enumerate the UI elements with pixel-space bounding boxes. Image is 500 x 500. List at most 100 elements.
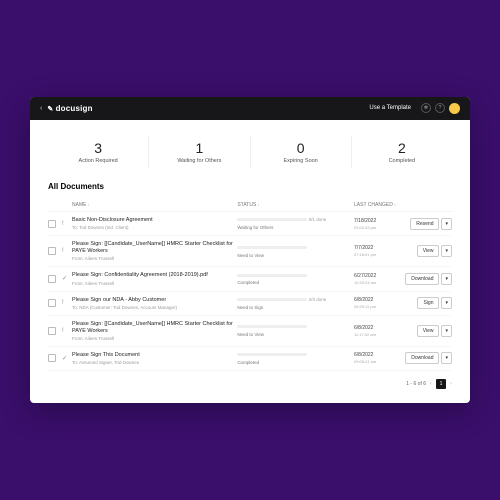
stat[interactable]: 1 Waiting for Others bbox=[149, 136, 250, 168]
date: 6/27/2022 bbox=[354, 273, 400, 279]
doc-sub: From: Aileen Trussell bbox=[72, 281, 237, 286]
row-action-button[interactable]: View bbox=[417, 245, 440, 257]
status-icon: ! bbox=[62, 328, 64, 334]
doc-name[interactable]: Please Sign: Confidentiality Agreement (… bbox=[72, 272, 237, 279]
progress-done: 0/1 done bbox=[309, 217, 327, 222]
progress-bar bbox=[237, 353, 307, 356]
row-action-menu[interactable]: ▾ bbox=[441, 297, 452, 309]
doc-sub: To: NDA (Customer: Tod Downes, Account M… bbox=[72, 305, 237, 310]
table-row: ! Basic Non-Disclosure AgreementTo: Tod D… bbox=[48, 212, 452, 236]
pager-prev[interactable]: ‹ bbox=[430, 381, 432, 387]
status-icon: ! bbox=[62, 300, 64, 306]
stat[interactable]: 3 Action Required bbox=[48, 136, 149, 168]
table-row: ! Please Sign: [[Candidate_UserName]] HMR… bbox=[48, 316, 452, 347]
row-action-button[interactable]: View bbox=[417, 325, 440, 337]
section-title: All Documents bbox=[48, 182, 452, 191]
back-icon[interactable]: ‹ bbox=[40, 105, 42, 112]
stat-number: 0 bbox=[253, 140, 349, 156]
stat-number: 2 bbox=[354, 140, 450, 156]
row-action-menu[interactable]: ▾ bbox=[441, 245, 452, 257]
row-action-menu[interactable]: ▾ bbox=[441, 325, 452, 337]
row-action-button[interactable]: Download bbox=[405, 273, 439, 285]
doc-name[interactable]: Please Sign our NDA - Abby Customer bbox=[72, 297, 237, 304]
doc-sub: From: Aileen Trussell bbox=[72, 256, 237, 261]
row-checkbox[interactable] bbox=[48, 327, 56, 335]
status-label: Completed bbox=[237, 280, 354, 285]
row-action-button[interactable]: Sign bbox=[417, 297, 439, 309]
date: 6/8/2022 bbox=[354, 352, 400, 358]
doc-sub: To: Assumed Signer, Tod Downes bbox=[72, 360, 237, 365]
table-body: ! Basic Non-Disclosure AgreementTo: Tod D… bbox=[48, 212, 452, 371]
time: 09:08:41 am bbox=[354, 359, 400, 364]
row-action-button[interactable]: Download bbox=[405, 352, 439, 364]
row-checkbox[interactable] bbox=[48, 354, 56, 362]
col-last-changed[interactable]: LAST CHANGED bbox=[354, 202, 400, 208]
pager: 1 - 6 of 6 ‹ 1 › bbox=[48, 379, 452, 389]
pager-next[interactable]: › bbox=[450, 381, 452, 387]
topbar: ‹ docusign Use a Template ✻ ? bbox=[30, 97, 470, 120]
summary-stats: 3 Action Required 1 Waiting for Others 0 Expi… bbox=[48, 136, 452, 168]
status-label: Need to View bbox=[237, 253, 354, 258]
progress-bar bbox=[237, 218, 307, 221]
stat-label: Waiting for Others bbox=[151, 158, 247, 164]
doc-name[interactable]: Please Sign This Document bbox=[72, 352, 237, 359]
row-action-menu[interactable]: ▾ bbox=[441, 273, 452, 285]
app-window: ‹ docusign Use a Template ✻ ? 3 Action Re… bbox=[30, 97, 470, 403]
status-label: Need to Sign bbox=[237, 305, 354, 310]
pager-page-current[interactable]: 1 bbox=[436, 379, 446, 389]
date: 6/8/2022 bbox=[354, 325, 400, 331]
settings-icon[interactable]: ✻ bbox=[421, 103, 431, 113]
time: 07:18:01 pm bbox=[354, 252, 400, 257]
table-row: ✓ Please Sign: Confidentiality Agreement … bbox=[48, 267, 452, 291]
status-icon: ! bbox=[62, 221, 64, 227]
row-action-menu[interactable]: ▾ bbox=[441, 218, 452, 230]
date: 7/18/2022 bbox=[354, 218, 400, 224]
brand-logo: docusign bbox=[47, 104, 92, 113]
stat[interactable]: 2 Completed bbox=[352, 136, 452, 168]
row-checkbox[interactable] bbox=[48, 220, 56, 228]
doc-name[interactable]: Please Sign: [[Candidate_UserName]] HMRC… bbox=[72, 321, 237, 335]
col-name[interactable]: NAME bbox=[72, 202, 237, 208]
time: 03:02:43 pm bbox=[354, 225, 400, 230]
table-row: ! Please Sign: [[Candidate_UserName]] HMR… bbox=[48, 236, 452, 267]
progress-bar bbox=[237, 246, 307, 249]
stat-label: Completed bbox=[354, 158, 450, 164]
status-label: Completed bbox=[237, 360, 354, 365]
status-label: Waiting for Others bbox=[237, 225, 354, 230]
progress-bar bbox=[237, 274, 307, 277]
status-label: Need to View bbox=[237, 332, 354, 337]
stat-label: Action Required bbox=[50, 158, 146, 164]
status-icon: ✓ bbox=[62, 356, 67, 362]
stat-number: 1 bbox=[151, 140, 247, 156]
progress-bar bbox=[237, 298, 307, 301]
col-status[interactable]: STATUS bbox=[237, 202, 354, 208]
progress-done: 2/3 done bbox=[309, 297, 327, 302]
time: 10:33:24 am bbox=[354, 280, 400, 285]
avatar[interactable] bbox=[449, 103, 460, 114]
date: 6/8/2022 bbox=[354, 297, 400, 303]
status-icon: ✓ bbox=[62, 276, 67, 282]
doc-sub: To: Tod Downes (Ind. Client) bbox=[72, 225, 237, 230]
doc-name[interactable]: Please Sign: [[Candidate_UserName]] HMRC… bbox=[72, 241, 237, 255]
time: 05:29:11 pm bbox=[354, 304, 400, 309]
row-checkbox[interactable] bbox=[48, 275, 56, 283]
row-action-button[interactable]: Resend bbox=[410, 218, 439, 230]
time: 11:17:02 am bbox=[354, 332, 400, 337]
use-template-link[interactable]: Use a Template bbox=[369, 105, 411, 111]
row-checkbox[interactable] bbox=[48, 247, 56, 255]
table-row: ! Please Sign our NDA - Abby CustomerTo: … bbox=[48, 292, 452, 316]
status-icon: ! bbox=[62, 248, 64, 254]
stat-number: 3 bbox=[50, 140, 146, 156]
table-row: ✓ Please Sign This DocumentTo: Assumed Si… bbox=[48, 347, 452, 371]
progress-bar bbox=[237, 325, 307, 328]
stat[interactable]: 0 Expiring Soon bbox=[251, 136, 352, 168]
stat-label: Expiring Soon bbox=[253, 158, 349, 164]
table-header: NAME STATUS LAST CHANGED bbox=[48, 199, 452, 212]
doc-sub: From: Aileen Trussell bbox=[72, 336, 237, 341]
main: 3 Action Required 1 Waiting for Others 0 Expi… bbox=[30, 120, 470, 403]
row-action-menu[interactable]: ▾ bbox=[441, 352, 452, 364]
help-icon[interactable]: ? bbox=[435, 103, 445, 113]
doc-name[interactable]: Basic Non-Disclosure Agreement bbox=[72, 217, 237, 224]
row-checkbox[interactable] bbox=[48, 299, 56, 307]
date: 7/7/2022 bbox=[354, 245, 400, 251]
